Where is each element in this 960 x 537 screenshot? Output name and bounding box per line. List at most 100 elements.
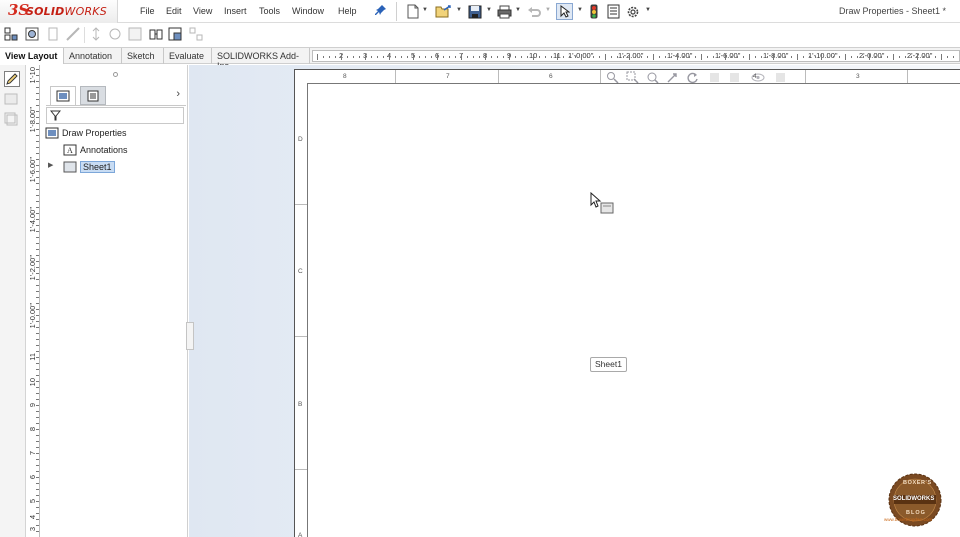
ruler-tick xyxy=(36,219,39,220)
drawing-sheet[interactable]: 8 7 6 4 3 D C B A xyxy=(294,69,960,537)
ruler-tick xyxy=(743,56,744,58)
print-icon[interactable] xyxy=(496,3,512,20)
ruler-tick xyxy=(36,195,39,196)
feature-manager-tabs: › xyxy=(46,84,186,106)
feature-manager-panel: › Draw Properties A Annotations ▶ Sheet1 xyxy=(41,65,188,537)
crop-view-icon[interactable] xyxy=(108,27,122,41)
chevron-down-icon[interactable]: ▼ xyxy=(422,7,428,13)
chevron-down-icon[interactable]: ▼ xyxy=(456,7,462,13)
ruler-tick xyxy=(719,56,720,58)
ruler-tick xyxy=(36,327,39,328)
rebuild-icon[interactable] xyxy=(588,3,600,20)
pin-icon[interactable] xyxy=(375,4,387,18)
detail-view-icon[interactable] xyxy=(89,27,103,41)
note-icon[interactable] xyxy=(4,92,20,108)
zone-label: B xyxy=(298,401,303,408)
tree-root-draw-properties[interactable]: Draw Properties xyxy=(45,125,127,140)
display-style-icon[interactable] xyxy=(728,71,741,84)
menu-file[interactable]: File xyxy=(140,6,155,16)
menu-window[interactable]: Window xyxy=(292,6,324,16)
ruler-tick xyxy=(36,201,39,202)
undo-icon[interactable] xyxy=(526,3,541,20)
new-document-icon[interactable] xyxy=(406,3,420,20)
section-view-icon[interactable] xyxy=(66,27,80,41)
break-alignment-icon[interactable] xyxy=(168,27,182,41)
chevron-down-icon[interactable]: ▼ xyxy=(515,7,521,13)
ruler-tick xyxy=(641,56,642,58)
panel-handle[interactable] xyxy=(113,72,118,77)
ruler-tick xyxy=(36,279,39,280)
save-icon[interactable] xyxy=(467,3,482,20)
ruler-tick xyxy=(401,56,402,58)
zoom-to-area-icon[interactable] xyxy=(626,71,639,84)
layer-icon[interactable] xyxy=(4,112,20,128)
menu-view[interactable]: View xyxy=(193,6,212,16)
ruler-tick xyxy=(36,339,39,340)
chevron-down-icon[interactable]: ▼ xyxy=(645,7,651,13)
chevron-down-icon[interactable]: ▼ xyxy=(577,7,583,13)
ruler-tick xyxy=(575,56,576,58)
tab-evaluate[interactable]: Evaluate xyxy=(164,48,212,64)
ruler-tick xyxy=(455,56,456,58)
sketch-pencil-icon[interactable] xyxy=(4,71,20,87)
tab-solidworks-add-ins[interactable]: SOLIDWORKS Add-Ins xyxy=(212,48,310,71)
rotate-icon[interactable] xyxy=(686,71,699,84)
model-view-icon[interactable] xyxy=(4,27,18,41)
ruler-tick xyxy=(36,147,39,148)
tree-item-sheet1[interactable]: Sheet1 xyxy=(63,159,115,174)
previous-view-icon[interactable] xyxy=(646,71,659,84)
ruler-tick xyxy=(36,531,39,532)
chevron-right-icon[interactable]: › xyxy=(176,88,180,100)
zone-label: D xyxy=(298,136,303,143)
tab-sketch[interactable]: Sketch xyxy=(122,48,164,64)
ruler-tick xyxy=(36,369,39,370)
select-icon[interactable] xyxy=(556,3,573,20)
property-manager-tab[interactable] xyxy=(80,86,106,105)
ruler-tick xyxy=(599,56,600,58)
tab-annotation[interactable]: Annotation xyxy=(64,48,122,64)
ruler-tick xyxy=(503,56,504,58)
solidworks-logo[interactable]: 3S SOLIDWORKS xyxy=(0,0,118,23)
ruler-tick xyxy=(563,56,564,58)
toolbar-separator xyxy=(84,27,85,43)
standard-views-icon[interactable] xyxy=(189,27,203,41)
ruler-tick xyxy=(36,129,39,130)
auxiliary-view-icon[interactable] xyxy=(46,27,60,41)
tab-view-layout[interactable]: View Layout xyxy=(0,48,64,64)
view-orientation-icon[interactable] xyxy=(708,71,721,84)
ruler-tick xyxy=(36,165,39,166)
hide-show-items-icon[interactable] xyxy=(748,71,765,84)
panel-splitter[interactable] xyxy=(186,322,194,350)
filter-icon[interactable] xyxy=(49,110,62,123)
projected-view-icon[interactable] xyxy=(25,27,39,41)
zoom-to-fit-icon[interactable] xyxy=(606,71,619,84)
expand-arrow-icon[interactable]: ▶ xyxy=(48,161,53,169)
tree-label: Annotations xyxy=(80,144,128,155)
pan-icon[interactable] xyxy=(666,71,679,84)
feature-tree-tab[interactable] xyxy=(50,86,76,105)
ruler-tick xyxy=(551,56,552,58)
ruler-tick xyxy=(36,381,39,382)
view-settings-icon[interactable] xyxy=(774,71,787,84)
zone-label: C xyxy=(298,268,303,275)
file-properties-icon[interactable] xyxy=(606,3,620,20)
document-title: Draw Properties - Sheet1 * xyxy=(838,6,946,16)
ruler-label: 1'-6.00" xyxy=(28,157,37,183)
tree-item-annotations[interactable]: A Annotations xyxy=(63,142,128,157)
broken-view-icon[interactable] xyxy=(128,27,142,41)
filter-field[interactable] xyxy=(46,107,184,124)
open-icon[interactable] xyxy=(434,3,452,20)
menu-insert[interactable]: Insert xyxy=(224,6,247,16)
chevron-down-icon[interactable]: ▼ xyxy=(545,7,551,13)
ruler-tick xyxy=(36,363,39,364)
ruler-tick xyxy=(36,135,39,136)
ruler-tick xyxy=(953,56,954,58)
menu-tools[interactable]: Tools xyxy=(259,6,280,16)
options-icon[interactable] xyxy=(625,3,640,20)
chevron-down-icon[interactable]: ▼ xyxy=(486,7,492,13)
ruler-tick xyxy=(389,54,390,60)
alternate-position-icon[interactable] xyxy=(149,27,163,41)
ruler-tick xyxy=(36,93,39,94)
menu-help[interactable]: Help xyxy=(338,6,357,16)
menu-edit[interactable]: Edit xyxy=(166,6,182,16)
